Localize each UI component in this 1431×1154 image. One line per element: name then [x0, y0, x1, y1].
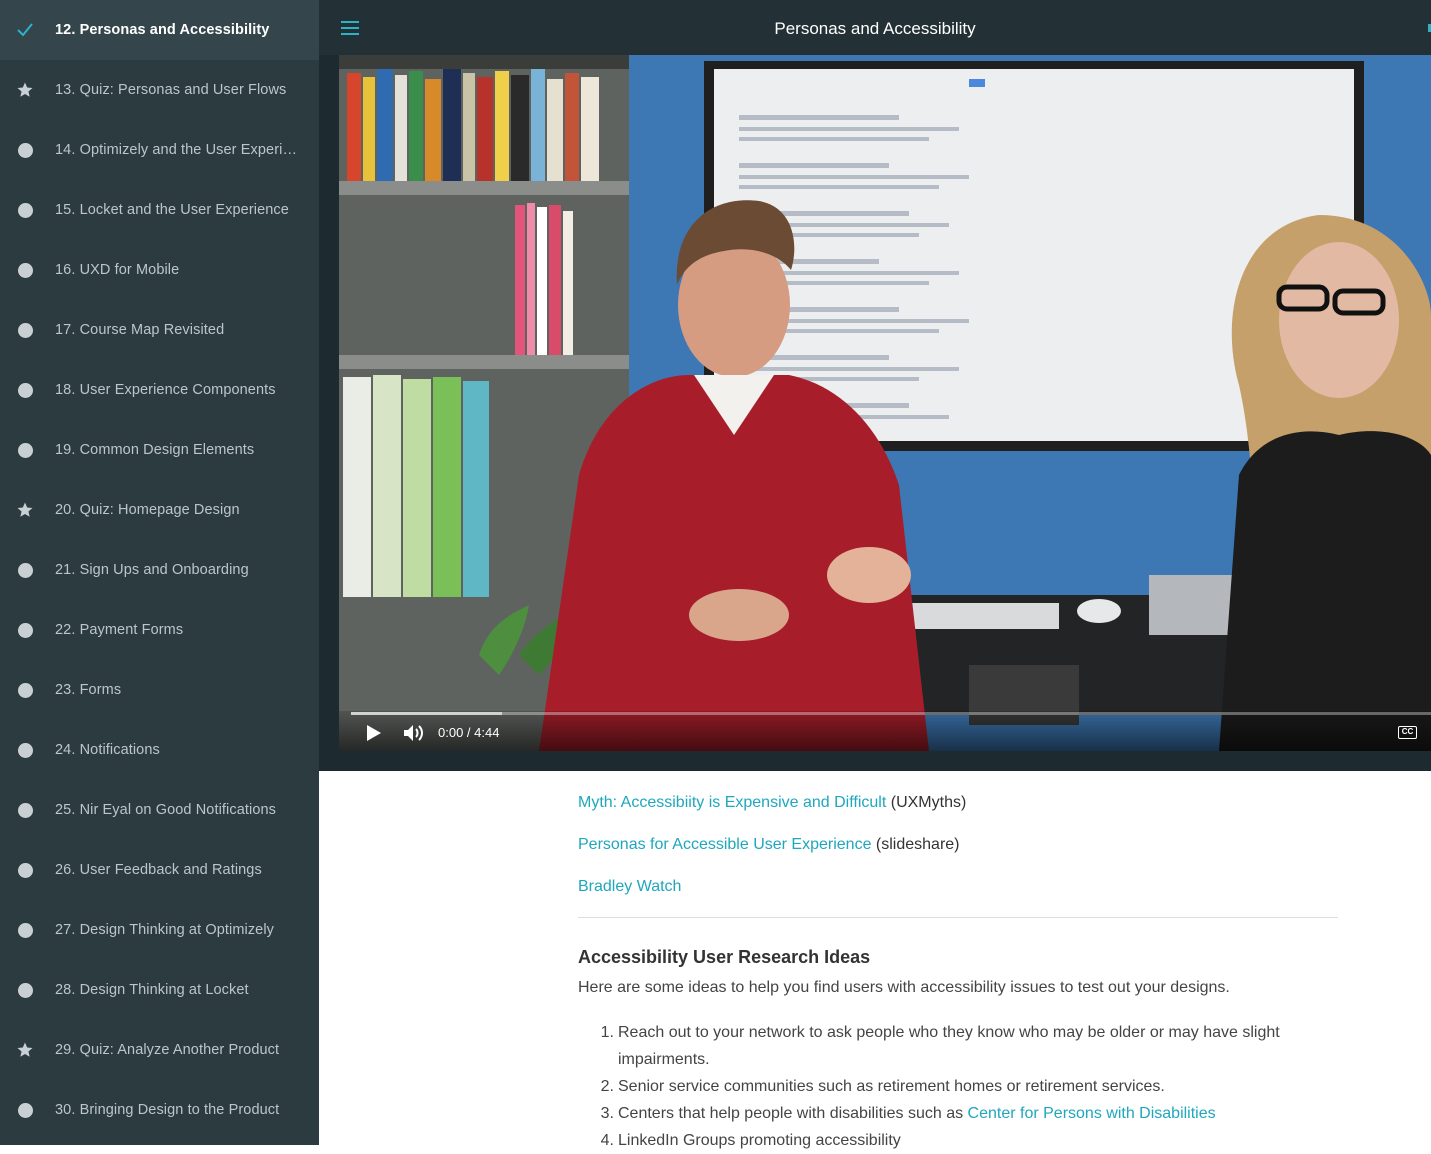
dot-icon [16, 201, 34, 219]
main-area: Personas and Accessibility 0:00 / 4:44 C… [319, 0, 1431, 1149]
dot-icon [16, 381, 34, 399]
sidebar-item-label: 29. Quiz: Analyze Another Product [55, 1042, 280, 1058]
ideas-list: 1. Reach out to your network to ask peop… [578, 1019, 1338, 1154]
sidebar-item[interactable]: 17. Course Map Revisited [0, 300, 319, 360]
sidebar-item[interactable]: 29. Quiz: Analyze Another Product [0, 1020, 319, 1080]
resource-link[interactable]: Personas for Accessible User Experience [578, 836, 871, 853]
sidebar-item-label: 14. Optimizely and the User Experience [55, 142, 303, 158]
list-number: 3. [600, 1105, 614, 1122]
dot-icon [16, 561, 34, 579]
center-disabilities-link[interactable]: Center for Persons with Disabilities [968, 1105, 1216, 1122]
dot-icon [16, 1101, 34, 1119]
resource-row: Myth: Accessibiity is Expensive and Diff… [578, 794, 966, 812]
resource-link[interactable]: Myth: Accessibiity is Expensive and Diff… [578, 794, 886, 811]
video-progress-bar[interactable] [351, 712, 1431, 715]
top-bar: Personas and Accessibility [319, 0, 1431, 55]
sidebar-item-label: 16. UXD for Mobile [55, 262, 180, 278]
list-item: 3. Centers that help people with disabil… [578, 1100, 1338, 1127]
dot-icon [16, 741, 34, 759]
sidebar-item[interactable]: 30. Bringing Design to the Product [0, 1080, 319, 1140]
sidebar-item-label: 25. Nir Eyal on Good Notifications [55, 802, 277, 818]
lesson-sidebar: 12. Personas and Accessibility 13. Quiz: … [0, 0, 319, 1145]
sidebar-item-label: 28. Design Thinking at Locket [55, 982, 249, 998]
star-icon [16, 1041, 34, 1059]
resource-source: (UXMyths) [890, 794, 967, 811]
play-icon[interactable] [365, 724, 383, 742]
dot-icon [16, 681, 34, 699]
sidebar-item[interactable]: 23. Forms [0, 660, 319, 720]
video-player[interactable]: 0:00 / 4:44 CC [339, 55, 1431, 751]
list-number: 2. [600, 1078, 614, 1095]
list-item: 1. Reach out to your network to ask peop… [578, 1019, 1338, 1073]
sidebar-item-label: 13. Quiz: Personas and User Flows [55, 82, 287, 98]
sidebar-item-label: 15. Locket and the User Experience [55, 202, 289, 218]
sidebar-item[interactable]: 27. Design Thinking at Optimizely [0, 900, 319, 960]
dot-icon [16, 981, 34, 999]
dot-icon [16, 861, 34, 879]
resource-row: Bradley Watch [578, 878, 681, 896]
resource-row: Personas for Accessible User Experience … [578, 836, 960, 854]
sidebar-item[interactable]: 28. Design Thinking at Locket [0, 960, 319, 1020]
list-text: Senior service communities such as retir… [618, 1078, 1165, 1095]
sidebar-item[interactable]: 14. Optimizely and the User Experience [0, 120, 319, 180]
check-icon [16, 21, 34, 39]
sidebar-item-label: 26. User Feedback and Ratings [55, 862, 262, 878]
volume-icon[interactable] [403, 723, 425, 743]
sidebar-item-label: 24. Notifications [55, 742, 160, 758]
resource-link[interactable]: Bradley Watch [578, 878, 681, 895]
dot-icon [16, 921, 34, 939]
sidebar-item-label: 18. User Experience Components [55, 382, 276, 398]
sidebar-item[interactable]: 16. UXD for Mobile [0, 240, 319, 300]
list-text: Centers that help people with disabiliti… [618, 1105, 968, 1122]
video-controls [339, 711, 1431, 751]
sidebar-item-label: 22. Payment Forms [55, 622, 184, 638]
sidebar-item-label: 20. Quiz: Homepage Design [55, 502, 240, 518]
divider [578, 917, 1338, 918]
dot-icon [16, 801, 34, 819]
sidebar-item-label: 17. Course Map Revisited [55, 322, 225, 338]
sidebar-item[interactable]: 13. Quiz: Personas and User Flows [0, 60, 319, 120]
dot-icon [16, 141, 34, 159]
resource-source: (slideshare) [875, 836, 960, 853]
sidebar-item-label: 19. Common Design Elements [55, 442, 255, 458]
sidebar-item-label: 12. Personas and Accessibility [55, 22, 270, 38]
list-text: Reach out to your network to ask people … [618, 1024, 1280, 1068]
sidebar-item[interactable]: 18. User Experience Components [0, 360, 319, 420]
sidebar-item[interactable]: 20. Quiz: Homepage Design [0, 480, 319, 540]
sidebar-item[interactable]: 21. Sign Ups and Onboarding [0, 540, 319, 600]
video-container: 0:00 / 4:44 CC [319, 55, 1431, 771]
sidebar-item-label: 21. Sign Ups and Onboarding [55, 562, 249, 578]
dot-icon [16, 441, 34, 459]
sidebar-item[interactable]: 12. Personas and Accessibility [0, 0, 319, 60]
star-icon [16, 501, 34, 519]
list-text-wrapper: Centers that help people with disabiliti… [618, 1100, 1216, 1127]
sidebar-item[interactable]: 24. Notifications [0, 720, 319, 780]
progress-buffered [351, 712, 503, 715]
list-item: 4. LinkedIn Groups promoting accessibili… [578, 1127, 1338, 1154]
sidebar-item-label: 30. Bringing Design to the Product [55, 1102, 280, 1118]
closed-captions-button[interactable]: CC [1398, 726, 1417, 739]
list-item: 2. Senior service communities such as re… [578, 1073, 1338, 1100]
sidebar-item-label: 23. Forms [55, 682, 122, 698]
section-title: Accessibility User Research Ideas [578, 947, 871, 967]
list-number: 1. [600, 1024, 614, 1041]
sidebar-item-label: 27. Design Thinking at Optimizely [55, 922, 275, 938]
sidebar-item[interactable]: 22. Payment Forms [0, 600, 319, 660]
video-frame-image [339, 55, 1431, 751]
star-icon [16, 81, 34, 99]
dot-icon [16, 621, 34, 639]
section-intro: Here are some ideas to help you find use… [578, 979, 1230, 996]
dot-icon [16, 261, 34, 279]
list-text: LinkedIn Groups promoting accessibility [618, 1132, 901, 1149]
video-time: 0:00 / 4:44 [438, 725, 500, 740]
list-number: 4. [600, 1132, 614, 1149]
sidebar-item[interactable]: 19. Common Design Elements [0, 420, 319, 480]
woman-figure [1219, 215, 1431, 751]
sidebar-item[interactable]: 25. Nir Eyal on Good Notifications [0, 780, 319, 840]
sidebar-item[interactable]: 26. User Feedback and Ratings [0, 840, 319, 900]
page-title: Personas and Accessibility [774, 19, 976, 38]
dot-icon [16, 321, 34, 339]
sidebar-item[interactable]: 15. Locket and the User Experience [0, 180, 319, 240]
